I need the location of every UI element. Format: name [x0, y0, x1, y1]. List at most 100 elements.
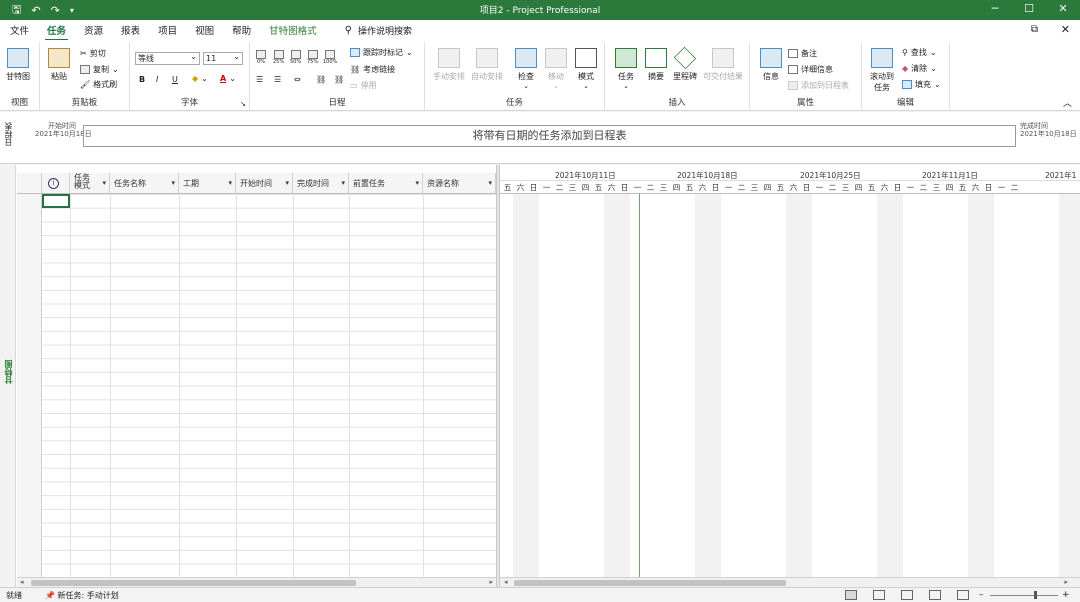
tab-project[interactable]: 项目	[158, 23, 177, 37]
column-header-task-name[interactable]: 任务名称 ▾	[110, 173, 179, 194]
team-planner-icon[interactable]	[901, 590, 913, 600]
underline-button[interactable]: U	[172, 75, 178, 84]
copy-button[interactable]: 复制 ⌄	[80, 64, 119, 75]
select-all-corner[interactable]	[17, 173, 42, 194]
add-to-timeline-icon	[788, 81, 798, 90]
resource-sheet-icon[interactable]	[929, 590, 941, 600]
respect-links-button[interactable]: ⛓ 考虑链接	[350, 64, 395, 75]
task-usage-icon[interactable]	[873, 590, 885, 600]
clear-button[interactable]: ◆ 清除 ⌄	[902, 63, 937, 74]
notes-button[interactable]: 备注	[788, 48, 817, 59]
redo-icon[interactable]: ↷	[51, 4, 60, 17]
percent-0-button[interactable]: 0%	[256, 50, 266, 65]
percent-50-button[interactable]: 50%	[290, 50, 301, 65]
find-button[interactable]: ⚲ 查找 ⌄	[902, 47, 937, 58]
manually-schedule-button[interactable]: 手动安排	[433, 48, 465, 82]
italic-button[interactable]: I	[156, 75, 158, 84]
add-to-timeline-button[interactable]: 添加到日程表	[788, 80, 849, 91]
day-label: 三	[841, 183, 850, 192]
zoom-in-icon[interactable]: +	[1062, 590, 1070, 600]
scroll-right-icon[interactable]: ▸	[1064, 578, 1068, 586]
column-header-predecessors[interactable]: 前置任务 ▾	[349, 173, 423, 194]
row-headers[interactable]	[17, 194, 42, 577]
ribbon-display-icon[interactable]: ⧉	[1031, 24, 1038, 35]
zoom-out-icon[interactable]: –	[979, 590, 984, 600]
indicators-header[interactable]: i	[42, 173, 70, 194]
mark-on-track-button[interactable]: 跟踪时标记 ⌄	[350, 47, 413, 58]
insert-deliverable-button[interactable]: 可交付结果	[703, 48, 743, 82]
bold-button[interactable]: B	[139, 75, 145, 84]
sheet-horizontal-scrollbar[interactable]: ◂ ▸	[17, 577, 496, 587]
mode-button[interactable]: 模式 ⌄	[575, 48, 597, 90]
auto-schedule-button[interactable]: 自动安排	[471, 48, 503, 82]
indent-button[interactable]: ☰	[274, 75, 281, 84]
active-cell[interactable]	[42, 194, 70, 208]
scroll-to-task-button[interactable]: 滚动到 任务	[870, 48, 894, 93]
close-window-button[interactable]: ✕	[1046, 0, 1080, 20]
information-button[interactable]: 信息	[760, 48, 782, 82]
gantt-view-icon[interactable]	[845, 590, 857, 600]
font-dialog-launcher-icon[interactable]: ↘	[240, 100, 246, 108]
outdent-button[interactable]: ☰	[256, 75, 263, 84]
tab-help[interactable]: 帮助	[232, 23, 251, 37]
insert-milestone-button[interactable]: 里程碑	[673, 46, 697, 82]
close-icon[interactable]: ✕	[1061, 23, 1070, 36]
link-tasks-button[interactable]: ⛓	[316, 75, 326, 84]
unlink-tasks-button[interactable]: ⛓	[334, 75, 344, 84]
day-label: 二	[828, 183, 837, 192]
font-name-select[interactable]: 等线	[135, 51, 200, 65]
inactivate-button[interactable]: ▭ 停用	[350, 80, 377, 91]
column-header-finish[interactable]: 完成时间 ▾	[293, 173, 349, 194]
scroll-thumb[interactable]	[514, 580, 786, 586]
collapse-ribbon-icon[interactable]: ︿	[1063, 96, 1072, 109]
column-header-resource-names[interactable]: 资源名称 ▾	[423, 173, 496, 194]
insert-summary-button[interactable]: 摘要	[645, 48, 667, 82]
insert-task-button[interactable]: 任务 ⌄	[615, 48, 637, 90]
maximize-button[interactable]: ☐	[1012, 0, 1046, 20]
move-button[interactable]: 移动 ⌄	[545, 48, 567, 90]
split-task-button[interactable]: ⇔	[294, 75, 301, 84]
font-size-select[interactable]: 11	[203, 51, 243, 65]
details-button[interactable]: 详细信息	[788, 64, 833, 75]
copy-icon	[80, 65, 90, 74]
outdent-icon: ☰	[256, 75, 264, 84]
column-header-start[interactable]: 开始时间 ▾	[236, 173, 293, 194]
scroll-right-icon[interactable]: ▸	[489, 578, 493, 586]
font-color-button[interactable]: A ⌄	[220, 74, 236, 83]
tab-gantt-format[interactable]: 甘特图格式	[269, 23, 317, 37]
tab-view[interactable]: 视图	[195, 23, 214, 37]
gantt-chart-button[interactable]: 甘特图	[6, 48, 30, 82]
highlight-color-button[interactable]: ◆ ⌄	[192, 74, 208, 83]
timeline-bar[interactable]: 将带有日期的任务添加到日程表	[83, 125, 1016, 147]
tab-resource[interactable]: 资源	[84, 23, 103, 37]
scroll-thumb[interactable]	[31, 580, 356, 586]
percent-100-button[interactable]: 100%	[323, 50, 337, 65]
cut-button[interactable]: ✂ 剪切	[80, 48, 106, 59]
day-label: 一	[633, 183, 642, 192]
gantt-horizontal-scrollbar[interactable]: ◂ ▸	[500, 577, 1080, 587]
minimize-button[interactable]: ─	[978, 0, 1012, 20]
tell-me-search[interactable]: ⚲ 操作说明搜索	[345, 24, 412, 37]
scroll-left-icon[interactable]: ◂	[20, 578, 24, 586]
column-header-duration[interactable]: 工期 ▾	[179, 173, 236, 194]
format-painter-button[interactable]: 🖌 格式刷	[80, 79, 117, 90]
new-tasks-mode[interactable]: 📌 新任务: 手动计划	[45, 590, 119, 601]
report-view-icon[interactable]	[957, 590, 969, 600]
inspect-button[interactable]: 检查 ⌄	[515, 48, 537, 90]
tab-report[interactable]: 报表	[121, 23, 140, 37]
tab-file[interactable]: 文件	[10, 23, 29, 37]
customize-icon[interactable]: ▾	[70, 6, 74, 15]
task-rows[interactable]	[17, 194, 496, 577]
percent-75-button[interactable]: 75%	[307, 50, 318, 65]
tab-task[interactable]: 任务	[45, 23, 69, 41]
zoom-slider[interactable]	[990, 595, 1058, 596]
scroll-left-icon[interactable]: ◂	[504, 578, 508, 586]
paste-button[interactable]: 粘贴	[48, 48, 70, 82]
percent-25-button[interactable]: 25%	[273, 50, 284, 65]
column-header-task-mode[interactable]: 任务 模式 ▾	[70, 173, 110, 194]
undo-icon[interactable]: ↶	[31, 4, 40, 17]
fill-button[interactable]: 填充 ⌄	[902, 79, 941, 90]
day-label: 四	[854, 183, 863, 192]
zoom-slider-thumb[interactable]	[1034, 591, 1037, 599]
save-icon[interactable]: 🖫	[12, 1, 21, 20]
